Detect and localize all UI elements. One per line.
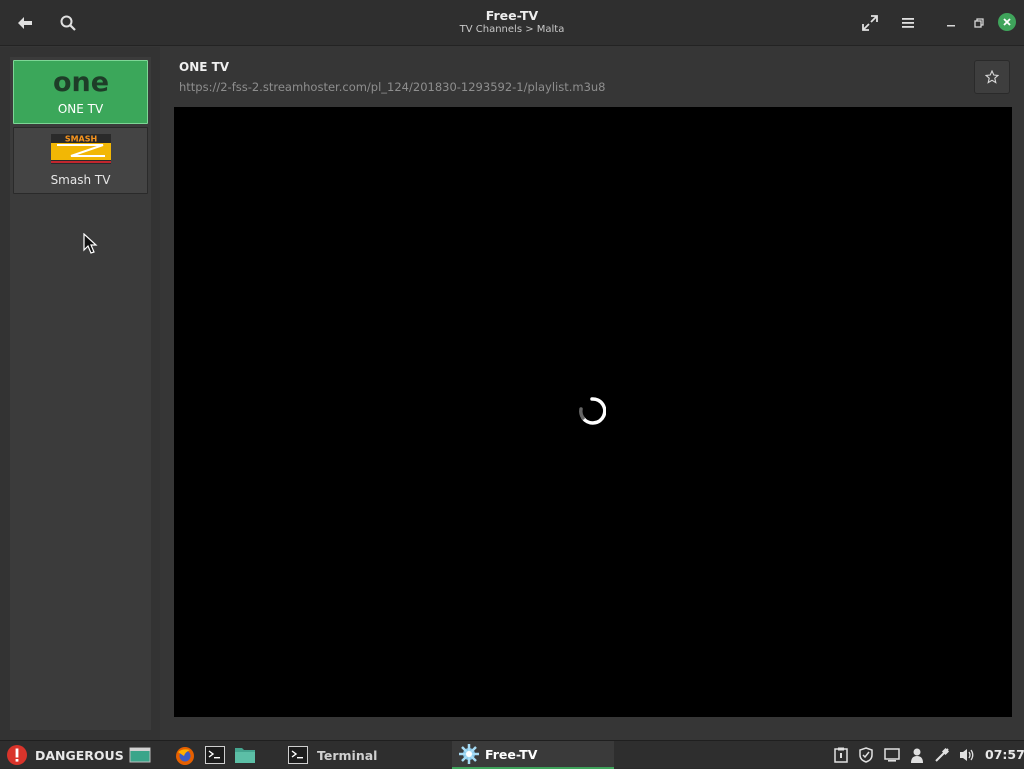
fullscreen-icon [862, 15, 878, 31]
alert-icon [7, 745, 27, 765]
shield-icon[interactable] [858, 747, 874, 763]
svg-text:one: one [53, 68, 109, 96]
player-area: ONE TV https://2-fss-2.streamhoster.com/… [160, 47, 1024, 740]
terminal-launcher-icon[interactable] [205, 746, 225, 764]
stream-url: https://2-fss-2.streamhoster.com/pl_124/… [179, 80, 606, 94]
firefox-icon[interactable] [175, 746, 195, 766]
one-tv-logo: one [53, 68, 109, 96]
favorite-button[interactable] [974, 60, 1010, 94]
loading-spinner-icon [579, 397, 606, 425]
channel-title: ONE TV [179, 60, 230, 74]
terminal-icon [288, 746, 308, 764]
clipboard-icon[interactable] [833, 747, 849, 763]
task-label: Terminal [317, 747, 378, 763]
channel-label: Smash TV [50, 173, 111, 187]
network-icon[interactable] [934, 747, 950, 763]
minimize-button[interactable] [936, 8, 966, 38]
star-icon [985, 70, 999, 84]
channel-list: one ONE TV SMASH Smash TV [10, 57, 151, 730]
task-label: Free-TV [485, 746, 538, 762]
channel-sidebar: one ONE TV SMASH Smash TV [0, 47, 160, 740]
alert-label: DANGEROUS [35, 747, 124, 763]
channel-item-one-tv[interactable]: one ONE TV [13, 60, 148, 124]
menu-button[interactable] [893, 8, 923, 38]
search-button[interactable] [53, 8, 83, 38]
channel-label: ONE TV [57, 102, 104, 116]
user-icon[interactable] [909, 747, 925, 763]
video-player[interactable] [174, 107, 1012, 717]
maximize-button[interactable] [964, 8, 994, 38]
files-icon[interactable] [234, 746, 256, 764]
task-terminal[interactable]: Terminal [282, 741, 448, 769]
fullscreen-button[interactable] [855, 8, 885, 38]
volume-icon[interactable] [959, 747, 975, 763]
search-icon [60, 15, 76, 31]
maximize-icon [974, 18, 984, 28]
mouse-cursor-icon [83, 233, 98, 254]
display-icon[interactable] [884, 747, 900, 763]
app-window: Free-TV TV Channels > Malta one ONE TV S… [0, 0, 1024, 740]
channel-item-smash-tv[interactable]: SMASH Smash TV [13, 127, 148, 194]
back-arrow-icon [18, 17, 32, 29]
free-tv-app-icon [459, 744, 479, 764]
window-title: Free-TV [485, 8, 539, 23]
show-desktop-icon[interactable] [129, 746, 151, 764]
close-button[interactable] [998, 13, 1016, 31]
task-free-tv[interactable]: Free-TV [452, 741, 614, 769]
back-button[interactable] [10, 8, 40, 38]
window-subtitle: TV Channels > Malta [459, 24, 565, 35]
minimize-icon [947, 25, 955, 27]
smash-tv-logo: SMASH [51, 134, 111, 164]
svg-text:SMASH: SMASH [65, 135, 97, 144]
clock[interactable]: 07:57 [985, 741, 1024, 769]
taskbar: DANGEROUS Terminal Free-TV 07:57 [0, 740, 1024, 769]
security-alert[interactable]: DANGEROUS [6, 741, 124, 769]
window-title-block: Free-TV TV Channels > Malta [312, 8, 712, 37]
hamburger-menu-icon [902, 18, 914, 28]
header-bar: Free-TV TV Channels > Malta [0, 0, 1024, 46]
close-icon [1003, 18, 1011, 26]
